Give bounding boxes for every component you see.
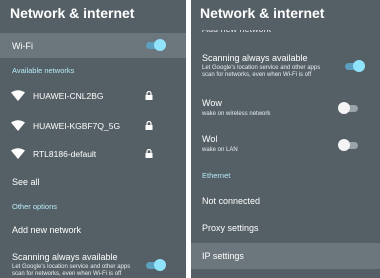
scanning-always-available-item[interactable]: Scanning always available Let Google's l… (191, 50, 380, 82)
see-all-label: See all (12, 177, 40, 187)
network-name: HUAWEI-CNL2BG (33, 91, 104, 101)
scanning-description-line1: Let Google's location service and other … (202, 65, 321, 71)
network-name: RTL8186-default (33, 149, 97, 159)
wifi-icon (11, 148, 25, 159)
network-item-1[interactable]: HUAWEI-CNL2BG (0, 84, 186, 108)
right-settings-panel: Add new network Network & internet Scann… (191, 0, 380, 278)
lock-icon (145, 91, 153, 100)
scanning-description-line2: scan for networks, even when Wi-Fi is of… (12, 271, 122, 277)
available-networks-header: Available networks (12, 66, 75, 75)
proxy-settings-label: Proxy settings (202, 223, 259, 233)
lock-icon (145, 149, 153, 158)
not-connected-label: Not connected (202, 196, 261, 206)
scanning-always-available-item[interactable]: Scanning always available Let Google's l… (0, 250, 186, 278)
wifi-label: Wi-Fi (12, 41, 33, 51)
wifi-icon (11, 120, 25, 131)
network-name: HUAWEI-KGBF7Q_5G (33, 121, 121, 131)
wifi-row[interactable]: Wi-Fi (0, 33, 186, 58)
scanning-title: Scanning always available (202, 53, 308, 63)
wow-description: wake on wireless network (202, 111, 271, 117)
network-item-3[interactable]: RTL8186-default (0, 142, 186, 166)
wifi-icon (11, 90, 25, 101)
scanning-description-line1: Let Google's location service and other … (12, 264, 131, 270)
page-title: Network & internet (200, 5, 325, 21)
left-settings-panel: Network & internet Wi-Fi Available netwo… (0, 0, 186, 278)
wow-title: Wow (202, 98, 222, 108)
wow-item[interactable]: Wow wake on wireless network (191, 94, 380, 122)
network-item-2[interactable]: HUAWEI-KGBF7Q_5G (0, 114, 186, 138)
wol-title: Wol (202, 134, 218, 144)
see-all-item[interactable]: See all (0, 172, 186, 192)
wifi-toggle[interactable] (144, 39, 166, 51)
title-bar: Network & internet (191, 0, 380, 30)
page-title: Network & internet (10, 5, 135, 21)
ip-settings-label: IP settings (202, 251, 244, 261)
ethernet-header: Ethernet (202, 171, 231, 180)
proxy-settings-item[interactable]: Proxy settings (191, 217, 380, 239)
scanning-title: Scanning always available (12, 252, 118, 262)
not-connected-item[interactable]: Not connected (191, 190, 380, 212)
scanning-toggle[interactable] (343, 60, 365, 72)
scanning-toggle[interactable] (144, 259, 166, 271)
other-options-header: Other options (12, 202, 58, 211)
wol-description: wake on LAN (202, 147, 238, 153)
wol-item[interactable]: Wol wake on LAN (191, 130, 380, 158)
lock-icon (145, 121, 153, 130)
wol-toggle[interactable] (338, 139, 360, 151)
add-new-network-label: Add new network (12, 225, 82, 235)
add-new-network-item[interactable]: Add new network (0, 220, 186, 240)
scanning-description-line2: scan for networks, even when Wi-Fi is of… (202, 72, 312, 78)
ip-settings-item[interactable]: IP settings (191, 243, 380, 269)
wow-toggle[interactable] (338, 102, 360, 114)
